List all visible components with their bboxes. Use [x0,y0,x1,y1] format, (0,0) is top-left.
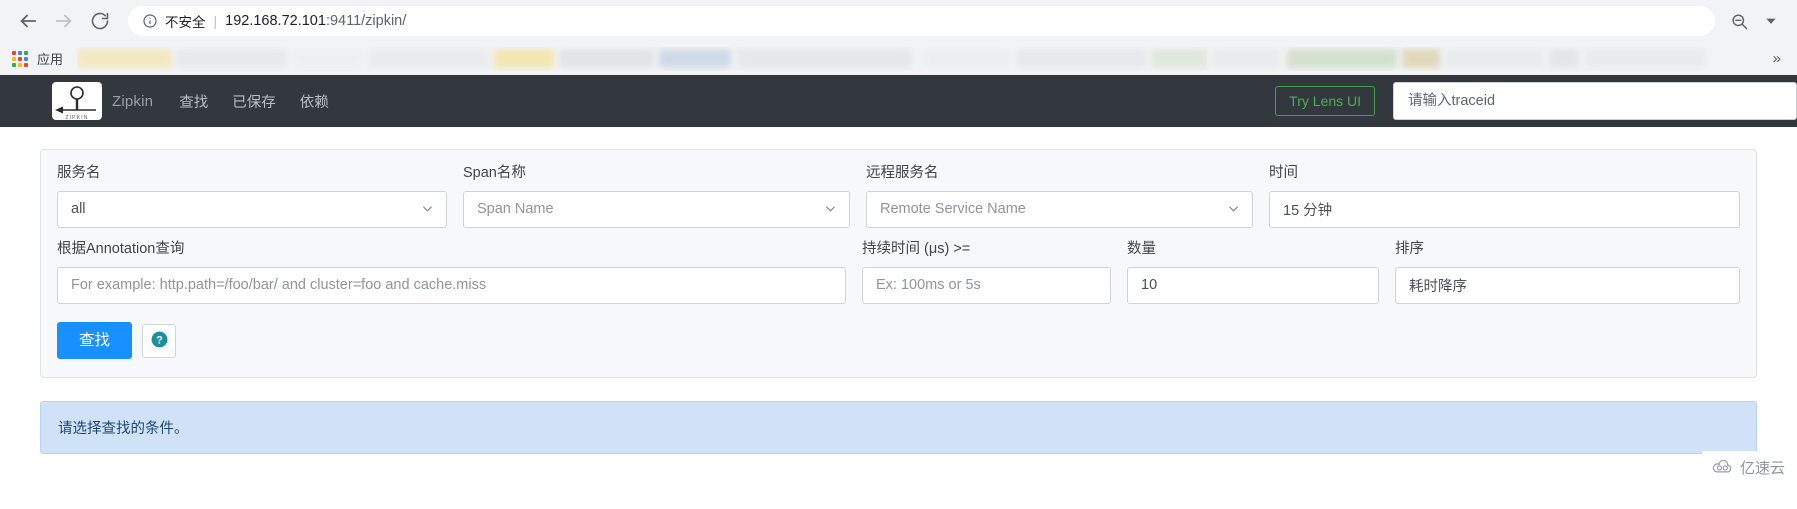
duration-input[interactable] [862,266,1111,304]
nav-link-dependencies[interactable]: 依赖 [300,91,329,112]
sort-order-value: 耗时降序 [1409,278,1467,295]
address-bar[interactable]: 不安全 | 192.168.72.101:9411/zipkin/ [128,6,1715,36]
find-button[interactable]: 查找 [57,321,133,360]
back-button[interactable] [10,3,46,39]
help-button[interactable]: ? [142,323,177,358]
browser-menu-button[interactable] [1755,5,1787,37]
arrow-left-icon [17,10,39,32]
field-remote-service-name: 远程服务名 Remote Service Name [866,165,1253,228]
zoom-out-button[interactable] [1723,5,1755,37]
label-limit-count: 数量 [1127,240,1156,257]
span-name-select[interactable]: Span Name [463,190,850,228]
search-form-card: 服务名 all Span名称 Span Name 远程服务名 Remote Se… [40,149,1757,379]
field-limit-count: 数量 10 [1127,240,1379,304]
svg-text:ZIPKIN: ZIPKIN [65,115,88,120]
sort-order-select[interactable]: 耗时降序 [1395,266,1740,304]
reload-button[interactable] [82,3,118,39]
service-name-select[interactable]: all [57,190,447,228]
field-annotation-query: 根据Annotation查询 [57,240,846,304]
label-service-name: 服务名 [57,165,101,181]
limit-count-value: 10 [1141,277,1158,294]
chevron-down-icon [420,202,435,217]
nav-link-saved[interactable]: 已保存 [232,91,276,112]
url-path: :9411/zipkin/ [325,13,407,29]
label-duration: 持续时间 (μs) >= [862,240,971,257]
field-time-range: 时间 15 分钟 [1269,165,1740,228]
search-actions: 查找 ? [57,321,1740,360]
search-form-row-2: 根据Annotation查询 持续时间 (μs) >= 数量 10 排序 耗时降… [57,240,1740,304]
field-duration: 持续时间 (μs) >= [862,240,1111,304]
svg-text:?: ? [156,334,163,346]
apps-grid-icon[interactable] [12,50,28,67]
watermark-text: 亿速云 [1739,460,1785,477]
nav-link-find[interactable]: 查找 [179,91,208,112]
bookmarks-overflow-button[interactable]: » [1769,50,1785,67]
chevron-down-icon [1764,14,1778,28]
remote-service-name-select[interactable]: Remote Service Name [866,190,1253,228]
field-span-name: Span名称 Span Name [463,165,850,228]
bookmarks-bar: 应用 » [0,42,1797,79]
forward-button[interactable] [46,3,82,39]
arrow-right-icon [53,10,75,32]
span-name-value: Span Name [477,201,554,218]
chevron-down-icon [1226,202,1241,217]
reload-icon [90,11,110,31]
toolbar-right-actions [1723,5,1787,37]
navbar-right-actions: Try Lens UI [1275,82,1797,120]
zipkin-navbar: ZIPKIN Zipkin 查找 已保存 依赖 Try Lens UI [0,75,1797,127]
info-alert-message: 请选择查找的条件。 [58,421,189,438]
remote-service-name-value: Remote Service Name [880,201,1026,218]
cloud-icon [1712,460,1734,475]
info-circle-icon[interactable] [142,13,158,29]
browser-chrome: 不安全 | 192.168.72.101:9411/zipkin/ 应用 » [0,0,1797,79]
label-annotation-query: 根据Annotation查询 [57,240,185,257]
chevron-down-icon [823,202,838,217]
search-form-row-1: 服务名 all Span名称 Span Name 远程服务名 Remote Se… [57,165,1740,228]
zoom-out-icon [1730,12,1749,31]
field-sort-order: 排序 耗时降序 [1395,240,1740,304]
label-time-range: 时间 [1269,165,1298,181]
label-sort-order: 排序 [1395,240,1424,257]
time-range-value: 15 分钟 [1283,202,1333,219]
question-mark-circle-icon: ? [150,330,169,352]
label-remote-service-name: 远程服务名 [866,165,939,181]
bookmark-items-blurred[interactable] [77,47,1761,71]
url-host: 192.168.72.101 [225,13,326,29]
zipkin-nav-links: 查找 已保存 依赖 [179,91,329,112]
omnibox-divider: | [213,13,218,29]
limit-count-input[interactable]: 10 [1127,266,1379,304]
bookmark-apps-label[interactable]: 应用 [37,49,63,68]
zipkin-brand[interactable]: ZIPKIN Zipkin [52,82,153,120]
info-alert: 请选择查找的条件。 [40,401,1757,455]
field-service-name: 服务名 all [57,165,447,228]
browser-toolbar: 不安全 | 192.168.72.101:9411/zipkin/ [0,0,1797,42]
try-lens-ui-button[interactable]: Try Lens UI [1275,86,1375,116]
time-range-select[interactable]: 15 分钟 [1269,190,1740,228]
service-name-value: all [71,201,86,218]
label-span-name: Span名称 [463,165,526,181]
zipkin-brand-label: Zipkin [112,92,154,110]
zipkin-logo-icon: ZIPKIN [52,82,102,120]
page-body: 服务名 all Span名称 Span Name 远程服务名 Remote Se… [0,127,1797,484]
security-label: 不安全 [165,15,206,30]
annotation-query-input[interactable] [57,266,846,304]
watermark: 亿速云 [1701,451,1797,484]
traceid-input[interactable] [1393,82,1797,120]
